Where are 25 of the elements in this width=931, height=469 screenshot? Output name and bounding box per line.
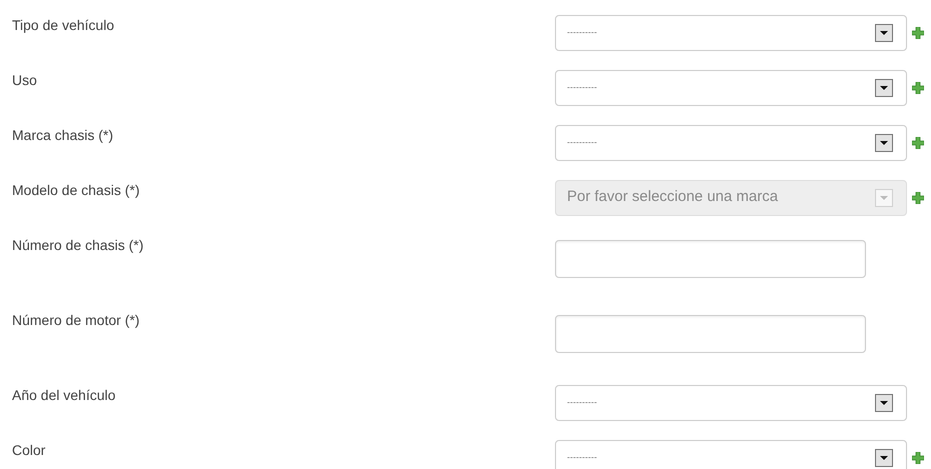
- field-label: Número de chasis (*): [12, 237, 144, 253]
- select-field[interactable]: ----------: [555, 124, 907, 160]
- field-label: Número de motor (*): [12, 312, 140, 328]
- select-value: Por favor seleccione una marca: [567, 187, 778, 208]
- field-label: Modelo de chasis (*): [12, 182, 140, 198]
- select-value: ----------: [567, 80, 597, 94]
- select-value: ----------: [567, 450, 597, 464]
- select-field[interactable]: ----------: [555, 70, 907, 106]
- select-field[interactable]: ----------: [555, 384, 907, 420]
- field-label: Uso: [12, 72, 37, 88]
- plus-icon[interactable]: [912, 136, 924, 148]
- select-value: ----------: [567, 396, 597, 409]
- input-field[interactable]: [555, 315, 866, 353]
- field-label: Tipo de vehículo: [12, 17, 114, 33]
- field-label: Color: [12, 442, 46, 458]
- plus-icon[interactable]: [912, 452, 924, 464]
- select-value: ----------: [567, 136, 597, 149]
- select-value: ----------: [567, 26, 597, 39]
- select-field[interactable]: ----------: [555, 440, 907, 469]
- plus-icon[interactable]: [912, 82, 924, 94]
- field-label: Año del vehículo: [12, 387, 116, 403]
- select-field[interactable]: ----------: [555, 14, 907, 50]
- input-field[interactable]: [555, 240, 866, 278]
- field-label: Marca chasis (*): [12, 127, 114, 143]
- plus-icon[interactable]: [912, 26, 924, 38]
